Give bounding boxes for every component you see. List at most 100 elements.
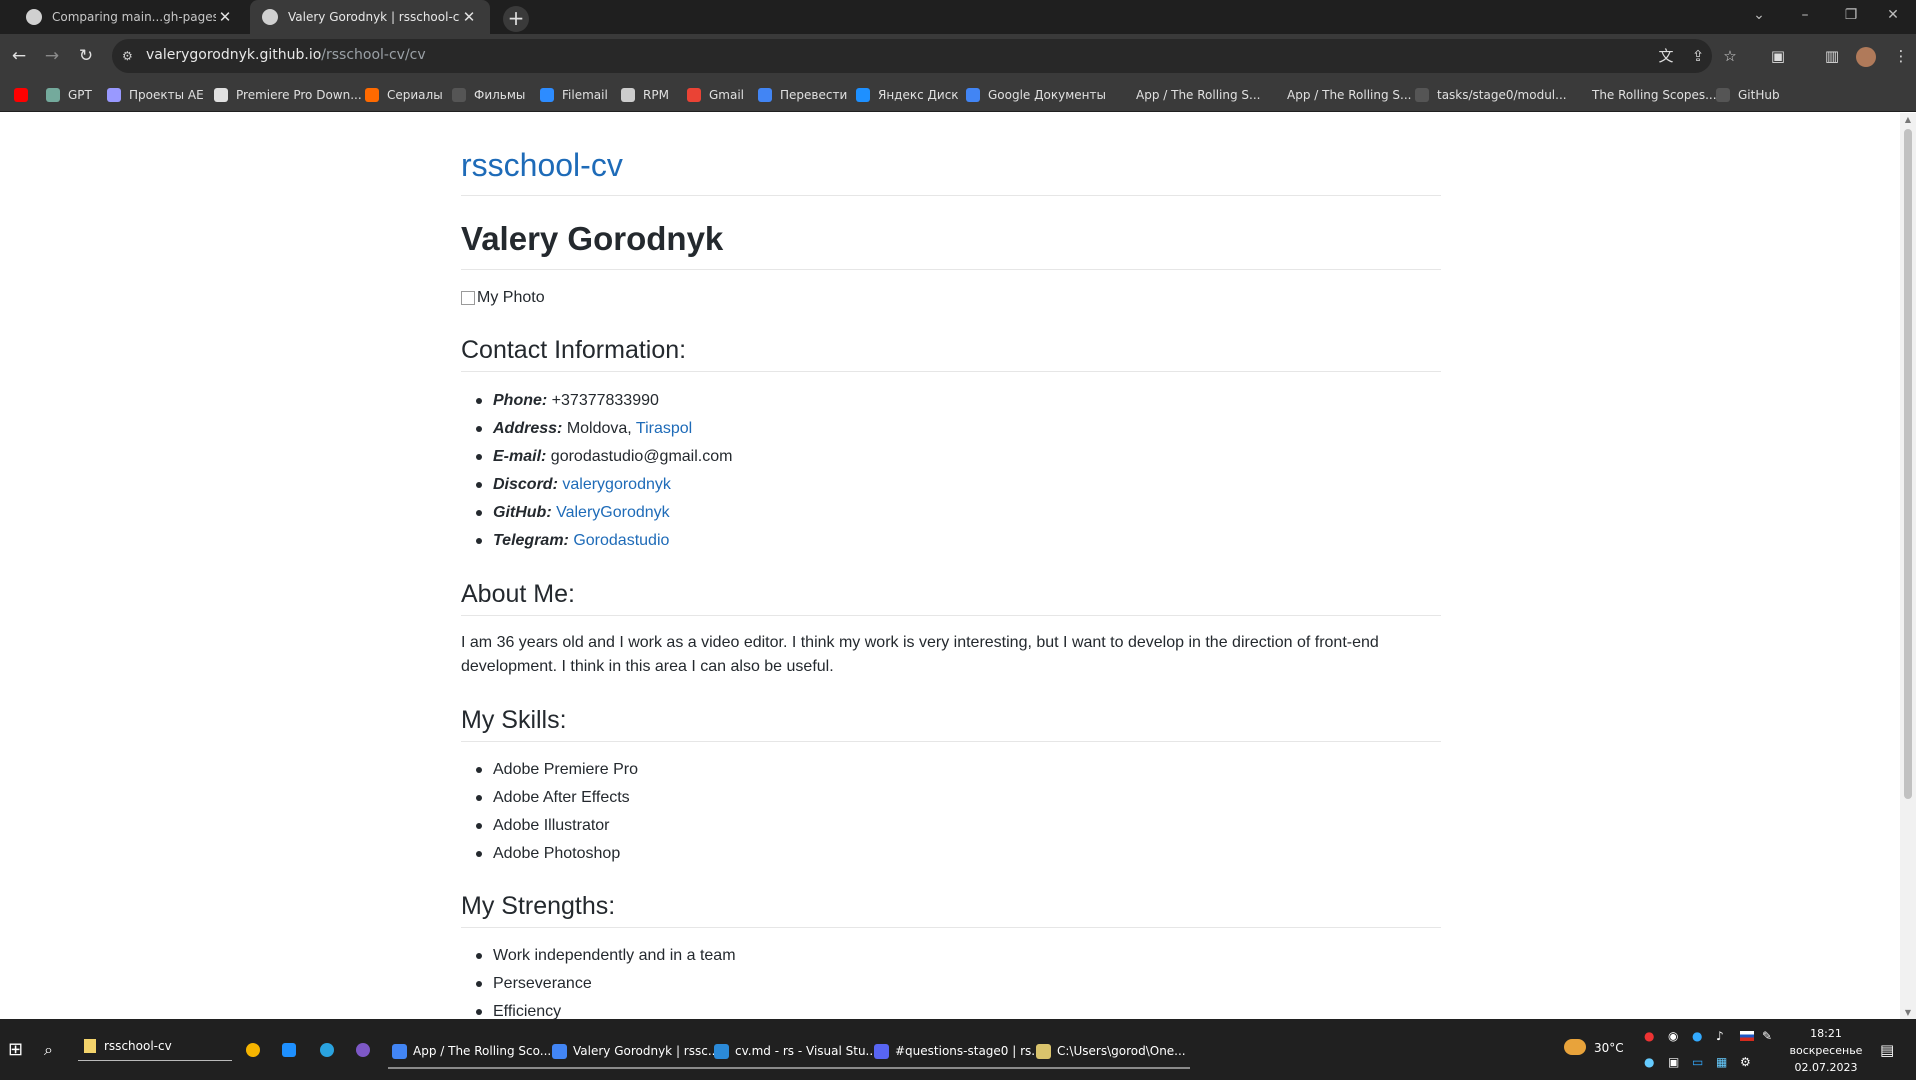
scroll-down-icon[interactable]: ▼ — [1900, 1008, 1916, 1017]
back-button[interactable]: ← — [3, 40, 35, 72]
menu-icon[interactable]: ⋮ — [1891, 46, 1911, 66]
scroll-up-icon[interactable]: ▲ — [1900, 115, 1916, 124]
file-icon — [84, 1038, 96, 1053]
bookmark-favicon-icon — [107, 88, 121, 102]
bookmark-item[interactable]: App / The Rolling S... — [1114, 86, 1261, 104]
system-tray[interactable]: ● ◉ ● ♪ ✎ ● ▣ ▭ ▦ ⚙ — [1640, 1019, 1780, 1080]
bookmark-label: tasks/stage0/modul... — [1437, 88, 1567, 102]
windows-taskbar: ⊞ ⌕ rsschool-cv App / The Rolling Sco...… — [0, 1019, 1916, 1080]
bookmark-label: App / The Rolling S... — [1287, 88, 1412, 102]
restore-button[interactable]: ❐ — [1828, 0, 1874, 34]
pinned-app-icon[interactable] — [246, 1019, 267, 1080]
scrollbar-thumb[interactable] — [1904, 129, 1912, 799]
tab-cv[interactable]: Valery Gorodnyk | rsschool-cv ✕ — [250, 0, 490, 34]
photo-alt-text: My Photo — [477, 289, 545, 306]
taskbar-app-button[interactable]: #questions-stage0 | rs... — [868, 1031, 1049, 1071]
share-icon[interactable]: ⇪ — [1688, 46, 1708, 66]
taskbar-app-label: #questions-stage0 | rs... — [895, 1044, 1043, 1058]
tray-app-icon[interactable]: ● — [1692, 1029, 1702, 1043]
bookmark-item[interactable]: GitHub — [1716, 86, 1780, 104]
address-link[interactable]: Tiraspol — [636, 420, 692, 437]
bookmark-label: GPT — [68, 88, 92, 102]
bookmark-item[interactable]: The Rolling Scopes... — [1570, 86, 1717, 104]
taskbar-app-button[interactable]: cv.md - rs - Visual Stu... — [708, 1031, 883, 1071]
address-bar[interactable]: ⚙ valerygorodnyk.github.io/rsschool-cv/c… — [112, 39, 1712, 73]
bookmark-item[interactable]: Яндекс Диск — [856, 86, 959, 104]
strengths-list: Work independently and in a team Perseve… — [476, 942, 736, 1019]
bookmark-item[interactable]: RPM — [621, 86, 669, 104]
start-button[interactable]: ⊞ — [8, 1019, 23, 1080]
bookmark-item[interactable]: Google Документы — [966, 86, 1106, 104]
taskbar-app-button[interactable]: C:\Users\gorod\One... — [1030, 1031, 1192, 1071]
bookmark-item[interactable]: Filemail — [540, 86, 608, 104]
url-text[interactable]: valerygorodnyk.github.io/rsschool-cv/cv — [146, 47, 426, 63]
network-icon[interactable]: ▦ — [1716, 1055, 1727, 1069]
bookmark-item[interactable]: App / The Rolling S... — [1265, 86, 1412, 104]
bookmark-item[interactable]: Перевести — [758, 86, 847, 104]
display-icon[interactable]: ▭ — [1692, 1055, 1703, 1069]
tab-comparing[interactable]: Comparing main...gh-pages · Va ✕ — [14, 0, 246, 34]
clock[interactable]: 18:21 воскресенье 02.07.2023 — [1784, 1025, 1868, 1076]
taskbar-app-button[interactable]: Valery Gorodnyk | rssc... — [546, 1031, 725, 1071]
bookmark-item[interactable] — [14, 86, 36, 104]
discord-icon[interactable]: ◉ — [1668, 1029, 1678, 1043]
bookmark-label: Проекты AE — [129, 88, 204, 102]
bookmark-item[interactable]: tasks/stage0/modul... — [1415, 86, 1567, 104]
viber-icon[interactable] — [356, 1019, 377, 1080]
telegram-link[interactable]: Gorodastudio — [573, 532, 669, 549]
bookmark-favicon-icon — [452, 88, 466, 102]
bookmark-item[interactable]: Проекты AE — [107, 86, 204, 104]
taskbar-app-button[interactable]: App / The Rolling Sco... — [386, 1031, 557, 1071]
side-panel-icon[interactable]: ▥ — [1822, 46, 1842, 66]
browser-tab-strip: Comparing main...gh-pages · Va ✕ Valery … — [0, 0, 1916, 34]
pen-icon[interactable]: ✎ — [1762, 1029, 1772, 1043]
language-flag-icon[interactable] — [1740, 1031, 1754, 1041]
bookmark-item[interactable]: Фильмы — [452, 86, 525, 104]
skills-list: Adobe Premiere Pro Adobe After Effects A… — [476, 756, 638, 868]
close-tab-icon[interactable]: ✕ — [216, 8, 234, 26]
photo-image: My Photo — [461, 289, 545, 307]
page-scrollbar[interactable]: ▲ ▼ — [1900, 113, 1916, 1019]
taskbar-search-input[interactable]: rsschool-cv — [78, 1031, 232, 1061]
strengths-heading: My Strengths: — [461, 892, 616, 920]
list-item: Adobe After Effects — [476, 784, 638, 812]
search-icon[interactable]: ⌕ — [44, 1019, 53, 1080]
bookmark-item[interactable]: Premiere Pro Down... — [214, 86, 362, 104]
web-page: rsschool-cv Valery Gorodnyk My Photo Con… — [0, 113, 1900, 1019]
new-tab-button[interactable]: + — [503, 6, 529, 32]
close-window-button[interactable]: ✕ — [1870, 0, 1916, 34]
bookmark-favicon-icon — [1265, 88, 1279, 102]
bookmark-item[interactable]: Gmail — [687, 86, 744, 104]
tab-search-icon[interactable]: ⌄ — [1736, 0, 1782, 34]
volume-icon[interactable]: ♪ — [1716, 1029, 1724, 1043]
reload-button[interactable]: ↻ — [70, 40, 102, 72]
tray-app-icon[interactable]: ⚙ — [1740, 1055, 1751, 1069]
forward-button[interactable]: → — [36, 40, 68, 72]
site-info-icon[interactable]: ⚙ — [122, 48, 138, 64]
contact-telegram: Telegram: Gorodastudio — [475, 527, 732, 555]
tray-app-icon[interactable]: ● — [1644, 1029, 1654, 1043]
bookmark-item[interactable]: Сериалы — [365, 86, 443, 104]
notifications-icon[interactable]: ▤ — [1880, 1019, 1894, 1080]
tray-app-icon[interactable]: ● — [1644, 1055, 1654, 1069]
close-tab-icon[interactable]: ✕ — [460, 8, 478, 26]
bookmark-star-icon[interactable]: ☆ — [1720, 46, 1740, 66]
profile-avatar[interactable] — [1856, 47, 1876, 67]
app-icon — [874, 1043, 889, 1059]
browser-toolbar: ← → ↻ ⚙ valerygorodnyk.github.io/rsschoo… — [0, 34, 1916, 78]
taskbar-app-label: App / The Rolling Sco... — [413, 1044, 552, 1058]
site-title-link[interactable]: rsschool-cv — [461, 147, 623, 184]
github-link[interactable]: ValeryGorodnyk — [556, 504, 670, 521]
discord-link[interactable]: valerygorodnyk — [562, 476, 671, 493]
pinned-app-icon[interactable] — [282, 1019, 303, 1080]
bookmark-item[interactable]: GPT — [46, 86, 92, 104]
list-item: Perseverance — [476, 970, 736, 998]
extensions-icon[interactable]: ▣ — [1768, 46, 1788, 66]
bookmark-favicon-icon — [214, 88, 228, 102]
divider — [461, 741, 1441, 742]
tray-app-icon[interactable]: ▣ — [1668, 1055, 1679, 1069]
translate-icon[interactable]: 文 — [1656, 46, 1676, 66]
minimize-button[interactable]: – — [1782, 0, 1828, 34]
telegram-icon[interactable] — [320, 1019, 341, 1080]
bookmark-favicon-icon — [1114, 88, 1128, 102]
